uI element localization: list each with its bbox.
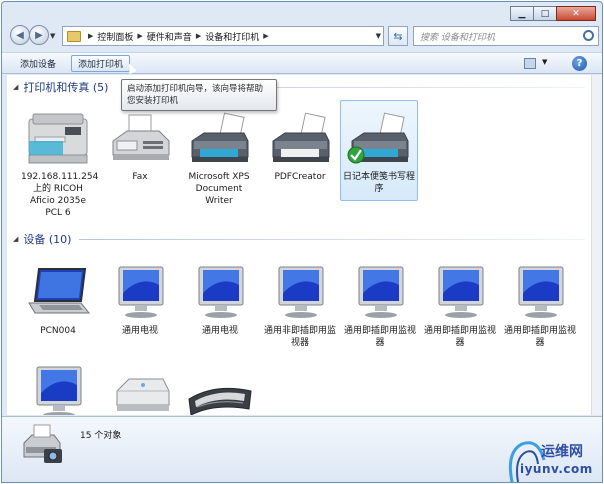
watermark-url: iyunv.com [520,462,593,476]
search-placeholder: 搜索 设备和打印机 [420,32,495,43]
arrow-right-icon: ▶ [35,29,43,41]
printer-ricoh[interactable]: 192.168.111.254 上的 RICOH Aficio 2035e PC… [21,107,99,219]
device-generic-tv-1[interactable]: 通用电视 [103,261,177,337]
device-monitor[interactable] [21,361,95,415]
printer-microsoft-xps[interactable]: Microsoft XPS Document Writer [182,107,256,207]
item-label: PDFCreator [274,172,326,182]
device-storage[interactable] [103,361,177,415]
watermark-name: 运维网 [541,444,583,460]
device-generic-pnp-monitor-2[interactable]: 通用即插即用监视器 [423,261,497,349]
item-label: Microsoft XPS Document Writer [188,172,250,206]
monitor-icon [423,261,497,321]
devices-and-printers-icon [20,423,66,470]
command-bar: 添加设备 添加打印机 ▼ ? [2,52,602,74]
device-keyboard[interactable] [183,361,257,415]
forward-button[interactable]: ▶ [29,25,49,45]
monitor-icon [21,361,95,415]
printer-icon [182,107,256,167]
item-label: 通用即插即用监视器 [343,326,416,348]
monitor-icon [263,261,337,321]
device-generic-pnp-monitor-3[interactable]: 通用即插即用监视器 [503,261,577,349]
add-printer-button[interactable]: 添加打印机 [71,55,131,72]
back-button[interactable]: ◀ [10,25,30,45]
minimize-button[interactable]: ▁ [510,6,534,21]
close-button[interactable]: ✕ [556,6,596,21]
recent-pages-dropdown[interactable]: ▼ [50,32,55,40]
monitor-icon [103,261,177,321]
laptop-icon [21,261,95,321]
change-view-icon[interactable] [524,58,536,69]
chevron-right-icon[interactable]: ▶ [196,32,201,40]
breadcrumb-hardware-sound[interactable]: 硬件和声音 [147,30,192,43]
monitor-icon [343,261,417,321]
divider [79,239,585,240]
item-label: 通用非即插即用监视器 [263,326,336,348]
item-label: 192.168.111.254 上的 RICOH Aficio 2035e PC… [21,172,99,218]
external-drive-icon [103,361,177,415]
group-title: 设备 (10) [23,233,72,246]
breadcrumb-control-panel[interactable]: 控制面板 [97,30,133,43]
breadcrumb-devices-printers[interactable]: 设备和打印机 [205,30,259,43]
control-panel-icon [67,30,81,42]
printer-journal-note-writer[interactable]: 日记本便笺书写程序 [340,100,418,201]
item-count: 15 个对象 [80,431,122,441]
refresh-icon: ⇆ [393,29,403,43]
help-button[interactable]: ? [572,56,587,71]
item-label: Fax [132,172,148,182]
collapse-icon[interactable]: ◢ [13,235,18,243]
device-generic-non-pnp-monitor[interactable]: 通用非即插即用监视器 [263,261,337,349]
printer-pdfcreator[interactable]: PDFCreator [263,107,337,183]
collapse-icon[interactable]: ◢ [13,83,18,91]
devices-and-printers-window: ▁ □ ✕ ◀ ▶ ▼ ▶ 控制面板 ▶ 硬件和声音 ▶ 设备和打印机 ▶ ▼ … [1,1,603,483]
item-label: PCN004 [40,326,76,336]
item-label: 通用电视 [201,326,238,336]
refresh-button[interactable]: ⇆ [388,26,408,46]
item-label: 通用即插即用监视器 [423,326,496,348]
device-list: ◢ 打印机和传真 (5) 192.168.111.254 上的 RICOH Af… [7,75,591,415]
view-options-dropdown[interactable]: ▼ [542,58,547,66]
chevron-right-icon[interactable]: ▶ [137,32,142,40]
monitor-icon [183,261,257,321]
mfp-printer-icon [21,107,95,167]
monitor-icon [503,261,577,321]
navigation-bar: ◀ ▶ ▼ ▶ 控制面板 ▶ 硬件和声音 ▶ 设备和打印机 ▶ ▼ ⇆ 搜索 设… [2,22,602,50]
printer-icon [263,107,337,167]
group-header-devices[interactable]: ◢ 设备 (10) [13,232,71,246]
group-header-printers[interactable]: ◢ 打印机和传真 (5) [13,80,108,94]
chevron-down-icon[interactable]: ▼ [376,32,381,40]
chevron-right-icon[interactable]: ▶ [263,32,268,40]
item-label: 通用即插即用监视器 [503,326,576,348]
add-device-button[interactable]: 添加设备 [14,55,62,72]
vertical-scrollbar[interactable] [591,75,602,415]
maximize-button[interactable]: □ [533,6,557,21]
item-label: 通用电视 [121,326,158,336]
caption-buttons: ▁ □ ✕ [510,6,596,21]
address-bar[interactable]: ▶ 控制面板 ▶ 硬件和声音 ▶ 设备和打印机 ▶ ▼ [62,26,384,46]
device-generic-pnp-monitor-1[interactable]: 通用即插即用监视器 [343,261,417,349]
chevron-right-icon[interactable]: ▶ [88,32,93,40]
arrow-left-icon: ◀ [16,29,24,41]
group-title: 打印机和传真 (5) [23,81,109,94]
search-icon[interactable] [583,30,594,41]
add-printer-tooltip: 启动添加打印机向导，该向导将帮助您安装打印机 [121,79,277,111]
search-input[interactable]: 搜索 设备和打印机 [413,26,599,46]
device-pcn004[interactable]: PCN004 [21,261,95,337]
item-label: 日记本便笺书写程序 [342,172,415,194]
printer-icon [341,101,417,167]
fax-icon [103,107,177,167]
printer-fax[interactable]: Fax [103,107,177,183]
device-generic-tv-2[interactable]: 通用电视 [183,261,257,337]
keyboard-icon [183,361,257,415]
